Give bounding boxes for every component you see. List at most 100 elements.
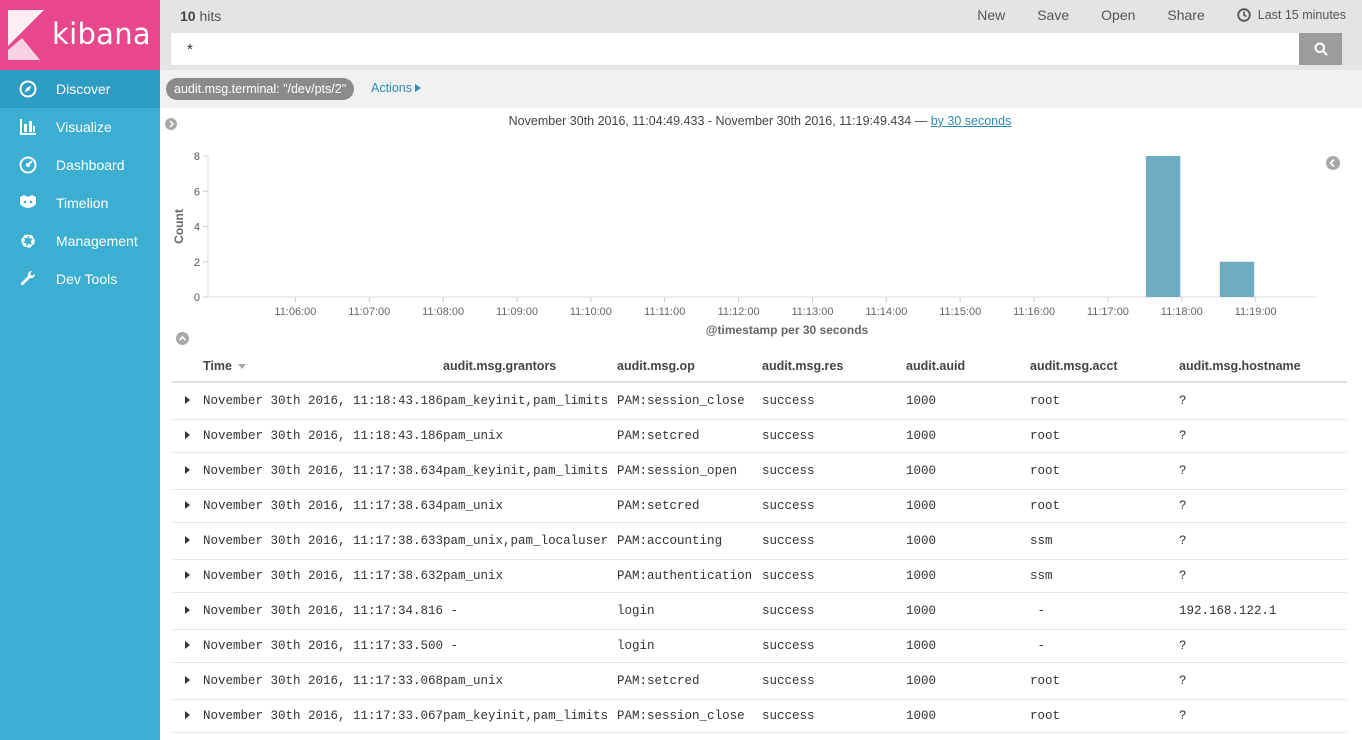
histogram-bar [1145, 156, 1181, 297]
cell-acct: root [1030, 382, 1180, 420]
y-tick-label: 4 [194, 222, 200, 234]
cell-res: success [762, 489, 907, 523]
y-axis-title: Count [172, 209, 186, 244]
cell-grantors: pam_keyinit,pam_limits [443, 452, 618, 490]
cell-grantors: - [443, 592, 618, 630]
column-header-label: audit.msg.op [617, 358, 695, 373]
cell-grantors: pam_unix [443, 419, 618, 453]
x-tick-label: 11:11:00 [644, 306, 685, 318]
sidebar-item-discover[interactable]: Discover [0, 70, 160, 108]
cell-acct: root [1030, 419, 1180, 453]
sidebar-item-dev-tools[interactable]: Dev Tools [0, 260, 160, 298]
x-tick-label: 11:13:00 [791, 306, 833, 318]
column-header-acct[interactable]: audit.msg.acct [1030, 350, 1180, 383]
cell-time: November 30th 2016, 11:18:43.186 [203, 382, 444, 420]
hits-number: 10 [180, 8, 196, 24]
table-row: November 30th 2016, 11:17:38.632 pam_unix… [172, 559, 1347, 593]
column-header-hostname[interactable]: audit.msg.hostname [1179, 350, 1347, 383]
cell-grantors: pam_unix [443, 489, 618, 523]
sidebar-item-management[interactable]: Management [0, 222, 160, 260]
expand-row-toggle[interactable] [172, 629, 203, 663]
table-header-row: Time audit.msg.grantors audit.msg.op aud… [172, 350, 1347, 383]
column-header-auid[interactable]: audit.auid [906, 350, 1031, 383]
filter-pill[interactable]: audit.msg.terminal: "/dev/pts/2" [166, 78, 355, 100]
cell-res: success [762, 662, 907, 700]
expand-row-toggle[interactable] [172, 489, 203, 523]
expand-row-toggle[interactable] [172, 522, 203, 560]
cell-hostname: ? [1179, 489, 1347, 523]
new-button[interactable]: New [977, 7, 1005, 23]
save-button[interactable]: Save [1037, 7, 1069, 23]
cell-acct: root [1030, 662, 1180, 700]
caret-right-icon [185, 430, 190, 439]
expand-row-toggle[interactable] [172, 419, 203, 453]
expand-row-toggle[interactable] [172, 559, 203, 593]
column-header-op[interactable]: audit.msg.op [617, 350, 763, 383]
search-input[interactable] [171, 33, 1299, 65]
expand-row-toggle[interactable] [172, 382, 203, 420]
kibana-logo[interactable]: kibana [0, 0, 160, 70]
column-header-grantors[interactable]: audit.msg.grantors [443, 350, 618, 383]
cell-res: success [762, 559, 907, 593]
histogram-bar [1219, 261, 1255, 297]
cell-auid: 1000 [906, 662, 1031, 700]
cell-res: success [762, 419, 907, 453]
column-header-time[interactable]: Time [203, 350, 444, 383]
actions-link[interactable]: Actions [371, 81, 422, 95]
collapse-chart-icon[interactable] [176, 332, 189, 345]
table-row: November 30th 2016, 11:17:33.068 pam_unix… [172, 662, 1347, 700]
cell-acct: root [1030, 452, 1180, 490]
cell-hostname: ? [1179, 382, 1347, 420]
open-button[interactable]: Open [1101, 7, 1135, 23]
header-spacer [172, 350, 203, 383]
actions-label: Actions [371, 81, 412, 95]
expand-row-toggle[interactable] [172, 662, 203, 700]
interval-link[interactable]: by 30 seconds [931, 114, 1012, 128]
cell-hostname: ? [1179, 699, 1347, 733]
sidebar-item-label: Dashboard [56, 157, 125, 173]
caret-right-icon [185, 395, 190, 404]
dashboard-icon [18, 155, 38, 175]
cell-acct: ssm [1030, 522, 1180, 560]
results-table: Time audit.msg.grantors audit.msg.op aud… [172, 350, 1347, 733]
expand-row-toggle[interactable] [172, 452, 203, 490]
column-header-label: audit.msg.acct [1030, 358, 1118, 373]
x-tick-label: 11:18:00 [1161, 306, 1203, 318]
cell-auid: 1000 [906, 629, 1031, 663]
x-tick-label: 11:17:00 [1087, 306, 1129, 318]
cell-op: PAM:setcred [617, 419, 763, 453]
table-row: November 30th 2016, 11:17:38.633 pam_unix… [172, 522, 1347, 560]
y-tick-label: 0 [194, 292, 200, 304]
column-header-label: Time [203, 358, 232, 373]
kibana-logo-icon [8, 10, 44, 60]
y-tick-label: 8 [194, 151, 200, 163]
cell-time: November 30th 2016, 11:17:38.632 [203, 559, 444, 593]
cell-op: login [617, 592, 763, 630]
share-button[interactable]: Share [1167, 7, 1204, 23]
sort-down-icon[interactable] [238, 363, 247, 369]
expand-row-toggle[interactable] [172, 699, 203, 733]
cell-op: PAM:session_open [617, 452, 763, 490]
column-header-label: audit.msg.res [762, 358, 844, 373]
table-row: November 30th 2016, 11:18:43.186 pam_unix… [172, 419, 1347, 453]
table-row: November 30th 2016, 11:17:38.634 pam_keyi… [172, 452, 1347, 490]
sidebar-item-timelion[interactable]: Timelion [0, 184, 160, 222]
table-row: November 30th 2016, 11:17:33.067 pam_keyi… [172, 699, 1347, 733]
column-header-res[interactable]: audit.msg.res [762, 350, 907, 383]
timepicker-button[interactable]: Last 15 minutes [1237, 8, 1346, 22]
cell-time: November 30th 2016, 11:17:33.068 [203, 662, 444, 700]
expand-row-toggle[interactable] [172, 592, 203, 630]
search-button[interactable] [1299, 33, 1342, 65]
caret-right-icon [185, 570, 190, 579]
cell-time: November 30th 2016, 11:17:38.634 [203, 452, 444, 490]
y-tick-label: 6 [194, 186, 200, 198]
sidebar: kibana Discover Visualize Dashboard Time… [0, 0, 160, 740]
cell-auid: 1000 [906, 699, 1031, 733]
column-header-label: audit.auid [906, 358, 966, 373]
sidebar-item-dashboard[interactable]: Dashboard [0, 146, 160, 184]
sidebar-item-visualize[interactable]: Visualize [0, 108, 160, 146]
x-tick-label: 11:07:00 [348, 306, 390, 318]
cell-op: PAM:accounting [617, 522, 763, 560]
cell-auid: 1000 [906, 382, 1031, 420]
caret-right-icon [185, 640, 190, 649]
